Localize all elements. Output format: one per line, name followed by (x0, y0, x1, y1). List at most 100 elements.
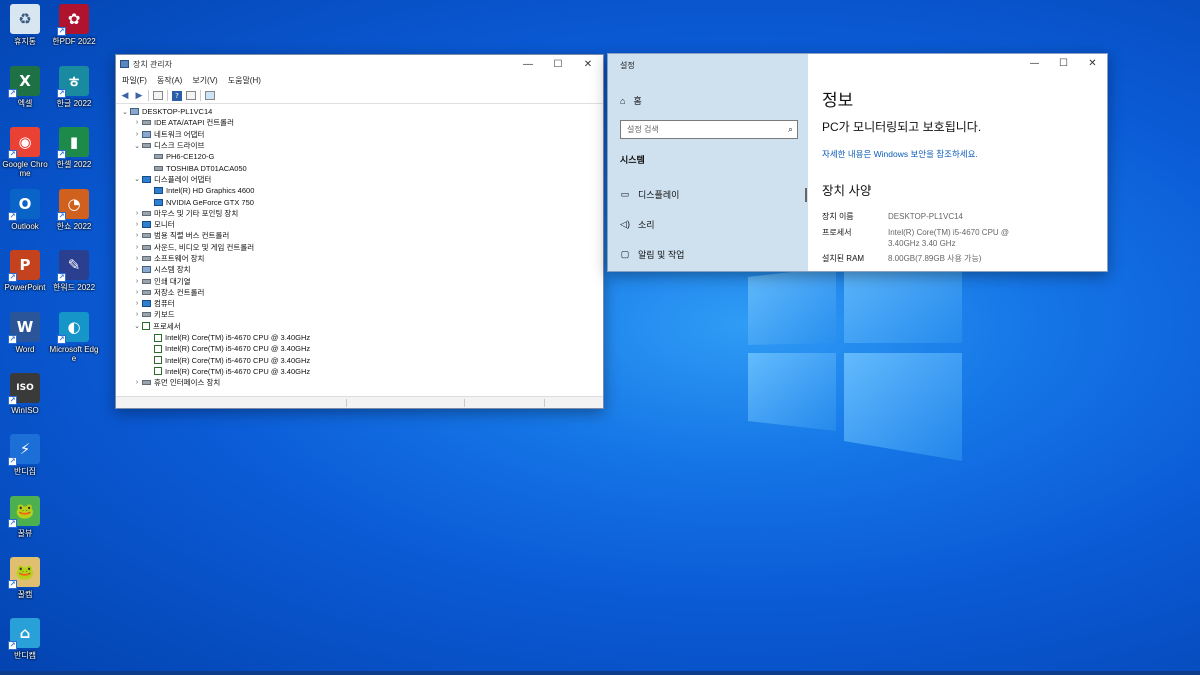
desktop-icon[interactable]: W ↗ Word (0, 312, 50, 354)
desktop-icon[interactable]: P ↗ PowerPoint (0, 250, 50, 292)
expand-toggle-icon[interactable]: › (132, 255, 142, 262)
expand-toggle-icon[interactable]: › (132, 131, 142, 138)
tree-node[interactable]: › 컴퓨터 (120, 298, 599, 309)
expand-toggle-icon[interactable]: › (132, 232, 142, 239)
pc-device-icon (142, 130, 151, 138)
expand-toggle-icon[interactable]: › (132, 210, 142, 217)
menu-help[interactable]: 도움말(H) (228, 75, 261, 86)
expand-toggle-icon[interactable]: › (132, 266, 142, 273)
scrollbar-thumb[interactable] (805, 188, 807, 202)
minimize-button[interactable]: — (513, 59, 543, 70)
device-tree[interactable]: ⌄ DESKTOP-PL1VC14 › IDE ATA/ATAPI 컨트롤러 › 네트워크… (120, 106, 599, 388)
device-manager-window[interactable]: 장치 관리자 — ☐ ✕ 파일(F) 동작(A) 보기(V) 도움말(H) ◀ … (115, 54, 604, 409)
tree-node[interactable]: Intel(R) Core(TM) i5-4670 CPU @ 3.40GHz (120, 366, 599, 377)
nav-home[interactable]: ⌂ 홈 (620, 94, 642, 107)
tree-node[interactable]: › 키보드 (120, 309, 599, 320)
properties-icon[interactable] (153, 91, 163, 100)
maximize-button[interactable]: ☐ (1049, 56, 1078, 72)
tree-node[interactable]: ⌄ 프로세서 (120, 321, 599, 332)
tree-node[interactable]: Intel(R) Core(TM) i5-4670 CPU @ 3.40GHz (120, 355, 599, 366)
settings-search-input[interactable]: 설정 검색 ⌕ (620, 120, 798, 139)
expand-toggle-icon[interactable]: ⌄ (120, 108, 130, 116)
disk-device-icon (142, 143, 151, 149)
app-icon: X ↗ (8, 66, 40, 98)
expand-toggle-icon[interactable]: › (132, 244, 142, 251)
tree-node-label: 사운드, 비디오 및 게임 컨트롤러 (154, 242, 255, 252)
tree-node[interactable]: Intel(R) HD Graphics 4600 (120, 185, 599, 196)
tree-node[interactable]: › 저장소 컨트롤러 (120, 287, 599, 298)
expand-toggle-icon[interactable]: › (132, 289, 142, 296)
monitor-scan-icon[interactable] (205, 91, 215, 100)
tree-node[interactable]: TOSHIBA DT01ACA050 (120, 162, 599, 173)
menu-file[interactable]: 파일(F) (122, 75, 147, 86)
view-icon[interactable] (186, 91, 196, 100)
expand-toggle-icon[interactable]: › (132, 311, 142, 318)
device-manager-title: 장치 관리자 (133, 59, 173, 69)
desktop-icon[interactable]: ◐ ↗ Microsoft Edge (49, 312, 99, 363)
desktop-icon[interactable]: ◉ ↗ Google Chrome (0, 127, 50, 178)
shortcut-arrow-icon: ↗ (8, 519, 17, 528)
tree-node[interactable]: › 범용 직렬 버스 컨트롤러 (120, 230, 599, 241)
nav-item-notifications[interactable]: ▢ 알림 및 작업 (620, 248, 685, 261)
desktop-icon[interactable]: 🐸 ↗ 꿀뷰 (0, 496, 50, 538)
desktop-icon[interactable]: ◔ ↗ 한쇼 2022 (49, 189, 99, 231)
tree-node[interactable]: › 인쇄 대기열 (120, 275, 599, 286)
desktop-icon[interactable]: ▮ ↗ 한셀 2022 (49, 127, 99, 169)
menu-view[interactable]: 보기(V) (192, 75, 217, 86)
nav-item-display[interactable]: ▭ 디스플레이 (620, 188, 680, 201)
tree-node[interactable]: Intel(R) Core(TM) i5-4670 CPU @ 3.40GHz (120, 343, 599, 354)
tree-node[interactable]: › 모니터 (120, 219, 599, 230)
tree-node[interactable]: › 사운드, 비디오 및 게임 컨트롤러 (120, 242, 599, 253)
tree-node[interactable]: › 마우스 및 기타 포인팅 장치 (120, 208, 599, 219)
desktop-icon[interactable]: O ↗ Outlook (0, 189, 50, 231)
disk-device-icon (142, 120, 151, 126)
settings-window[interactable]: 설정 ⌂ 홈 설정 검색 ⌕ 시스템 ▭ 디스플레이 ◁) 소리 ▢ 알림 및 … (607, 53, 1108, 272)
section-title-system: 시스템 (620, 155, 645, 165)
close-button[interactable]: ✕ (1078, 56, 1107, 72)
nav-item-label: 소리 (638, 220, 655, 230)
shortcut-arrow-icon: ↗ (57, 273, 66, 282)
tree-node[interactable]: ⌄ 디스플레이 어댑터 (120, 174, 599, 185)
maximize-button[interactable]: ☐ (543, 59, 573, 70)
desktop-icon[interactable]: ♻ 휴지통 (0, 4, 50, 46)
back-arrow-icon[interactable]: ◀ (120, 91, 130, 101)
tree-node[interactable]: › 네트워크 어댑터 (120, 129, 599, 140)
protection-status: PC가 모니터링되고 보호됩니다. (822, 120, 982, 134)
desktop-icon[interactable]: ✎ ↗ 한워드 2022 (49, 250, 99, 292)
expand-toggle-icon[interactable]: › (132, 278, 142, 285)
nav-item-sound[interactable]: ◁) 소리 (620, 218, 655, 231)
desktop-icon[interactable]: X ↗ 엑셀 (0, 66, 50, 108)
desktop-icon[interactable]: ⚡ ↗ 반디집 (0, 434, 50, 476)
tree-node[interactable]: NVIDIA GeForce GTX 750 (120, 196, 599, 207)
expand-toggle-icon[interactable]: › (132, 119, 142, 126)
close-button[interactable]: ✕ (573, 59, 603, 70)
desktop-icon[interactable]: ㅎ ↗ 한글 2022 (49, 66, 99, 108)
desktop-icon[interactable]: 🐸 ↗ 꿀캠 (0, 557, 50, 599)
tree-node[interactable]: › IDE ATA/ATAPI 컨트롤러 (120, 117, 599, 128)
tree-node[interactable]: PH6-CE120-G (120, 151, 599, 162)
expand-toggle-icon[interactable]: ⌄ (132, 322, 142, 330)
tree-node[interactable]: › 휴먼 인터페이스 장치 (120, 377, 599, 388)
help-icon[interactable]: ? (172, 90, 182, 101)
expand-toggle-icon[interactable]: › (132, 300, 142, 307)
tree-node[interactable]: ⌄ DESKTOP-PL1VC14 (120, 106, 599, 117)
desktop-icon[interactable]: ISO ↗ WinISO (0, 373, 50, 415)
pc-device-icon (130, 108, 139, 116)
windows-security-link[interactable]: 자세한 내용은 Windows 보안을 참조하세요. (822, 148, 978, 160)
tree-node[interactable]: › 시스템 장치 (120, 264, 599, 275)
expand-toggle-icon[interactable]: › (132, 379, 142, 386)
minimize-button[interactable]: — (1020, 56, 1049, 72)
search-icon[interactable]: ⌕ (788, 121, 793, 138)
menu-action[interactable]: 동작(A) (157, 75, 182, 86)
device-manager-titlebar[interactable]: 장치 관리자 — ☐ ✕ (116, 55, 603, 73)
tree-node[interactable]: › 소프트웨어 장치 (120, 253, 599, 264)
tree-node[interactable]: Intel(R) Core(TM) i5-4670 CPU @ 3.40GHz (120, 332, 599, 343)
expand-toggle-icon[interactable]: ⌄ (132, 175, 142, 183)
tree-node[interactable]: ⌄ 디스크 드라이브 (120, 140, 599, 151)
expand-toggle-icon[interactable]: › (132, 221, 142, 228)
forward-arrow-icon[interactable]: ▶ (134, 91, 144, 101)
desktop-icon[interactable]: ⌂ ↗ 반디캠 (0, 618, 50, 660)
toolbar-separator (200, 90, 201, 101)
desktop-icon[interactable]: ✿ ↗ 한PDF 2022 (49, 4, 99, 46)
expand-toggle-icon[interactable]: ⌄ (132, 142, 142, 150)
